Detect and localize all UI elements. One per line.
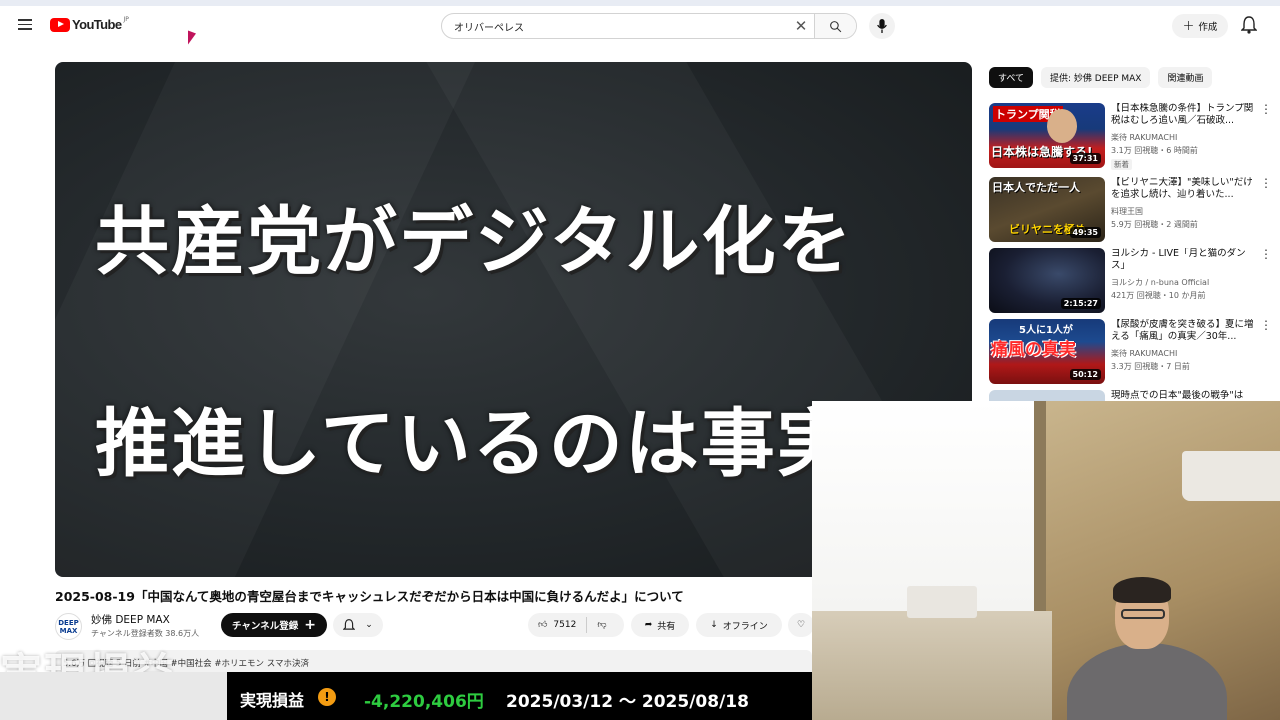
person-body [1067, 643, 1227, 720]
duration-badge: 2:15:27 [1060, 298, 1101, 309]
thanks-icon: ♡ [796, 620, 806, 630]
banner-label: 実現損益 [240, 691, 305, 710]
duration-badge: 49:35 [1069, 227, 1101, 238]
bell-icon [343, 618, 356, 630]
thumbnail-caption: 痛風の真実 [991, 340, 1076, 360]
recommendation-title[interactable]: 【日本株急騰の条件】トランプ関税はむしろ追い風／石破政... [1111, 103, 1259, 127]
notifications-button[interactable] [1240, 16, 1259, 36]
plus-icon: + [304, 617, 316, 633]
recommendation-meta: 421万 回視聴・10 か月前 [1111, 291, 1206, 300]
download-label: オフライン [722, 621, 768, 632]
menu-icon[interactable] [14, 16, 36, 36]
video-title: 2025-08-19「中国なんて奥地の青空屋台までキャッシュレスだぞだから日本は… [55, 589, 684, 604]
recommendation-title[interactable]: ヨルシカ - LIVE「月と猫のダンス」 [1111, 248, 1259, 272]
search-icon [830, 20, 842, 32]
mouse-cursor [188, 30, 196, 48]
more-options-icon[interactable]: ⋮ [1260, 177, 1272, 189]
chevron-down-icon: ⌄ [365, 620, 373, 630]
plus-icon: + [1182, 18, 1195, 34]
recommendation-item[interactable]: 2:15:27 ヨルシカ - LIVE「月と猫のダンス」 ヨルシカ / n-bu… [989, 248, 1274, 314]
share-button[interactable]: ➦ 共有 [631, 613, 689, 637]
webcam-person [1067, 577, 1227, 720]
logo-text: YouTube [72, 17, 122, 32]
download-icon: ↓ [710, 620, 718, 630]
video-thumbnail[interactable]: 2:15:27 [989, 248, 1105, 313]
new-badge: 新着 [1111, 159, 1132, 170]
thumbnail-caption: 5人に1人が [1019, 325, 1073, 336]
webcam-box [907, 586, 977, 618]
bg-shape [55, 62, 475, 577]
share-icon: ➦ [644, 620, 653, 630]
subscribe-button[interactable]: チャンネル登録 + [221, 613, 327, 637]
thumbnail-caption: 日本人でただ一人 [992, 181, 1080, 194]
channel-avatar[interactable]: DEEP MAX [55, 613, 82, 640]
subscribe-label: チャンネル登録 [232, 621, 299, 632]
channel-subscribers: チャンネル登録者数 38.6万人 [91, 629, 200, 638]
recommendation-item[interactable]: 日本人でただ一人 ビリヤニを極め 49:35 【ビリヤニ大澤】"美味しい"だけを… [989, 177, 1274, 243]
profit-banner: 実現損益 ! -4,220,406円 2025/03/12 ～ 2025/08/… [0, 672, 812, 720]
thumbnail-face [1047, 109, 1077, 143]
recommendation-title[interactable]: 【尿酸が皮膚を突き破る】夏に増える「痛風」の真実／30年... [1111, 319, 1259, 343]
thumbs-up-icon: 👍︎ [538, 620, 548, 630]
like-dislike-group: 👍︎ 7512 👎︎ [528, 613, 624, 637]
video-thumbnail[interactable]: 日本人でただ一人 ビリヤニを極め 49:35 [989, 177, 1105, 242]
duration-badge: 50:12 [1069, 369, 1101, 380]
share-label: 共有 [657, 621, 676, 632]
recommendation-meta: 5.9万 回視聴・2 週間前 [1111, 220, 1198, 229]
chip-from-channel[interactable]: 提供: 妙佛 DEEP MAX [1041, 67, 1151, 88]
video-thumbnail[interactable]: トランプ関税 日本株は急騰する! 37:31 [989, 103, 1105, 168]
banner-blank-area [0, 672, 227, 720]
chip-all[interactable]: すべて [989, 67, 1034, 88]
video-thumbnail[interactable]: 5人に1人が 痛風の真実 50:12 [989, 319, 1105, 384]
logo-region: JP [123, 16, 129, 23]
recommendation-channel[interactable]: ヨルシカ / n-buna Official [1111, 277, 1209, 288]
person-hair [1113, 577, 1171, 603]
webcam-shelf [812, 611, 1052, 720]
thumbnail-text-line2: 推進しているのは事実 [95, 401, 853, 487]
webcam-overlay [812, 401, 1280, 720]
banner-date-range: 2025/03/12 ～ 2025/08/18 [506, 692, 749, 712]
more-options-icon[interactable]: ⋮ [1260, 103, 1272, 115]
warning-icon: ! [318, 688, 336, 706]
microphone-icon [877, 19, 887, 33]
recommendation-channel[interactable]: 料理王国 [1111, 206, 1143, 217]
webcam-window [812, 401, 1044, 611]
create-label: 作成 [1198, 22, 1218, 33]
thumbnail-text-line1: 共産党がデジタル化を [95, 199, 854, 285]
dislike-button[interactable]: 👎︎ [587, 620, 616, 630]
clear-search-icon[interactable]: ✕ [788, 17, 814, 35]
person-glasses [1121, 609, 1165, 619]
like-count: 7512 [553, 620, 577, 630]
search-box: ✕ [441, 13, 857, 39]
youtube-logo[interactable]: YouTube JP [50, 16, 129, 32]
recommendation-title[interactable]: 【ビリヤニ大澤】"美味しい"だけを追求し続け、辿り着いた... [1111, 177, 1259, 201]
more-options-icon[interactable]: ⋮ [1260, 319, 1272, 331]
webcam-window-frame [1034, 401, 1046, 641]
recommendation-channel[interactable]: 楽待 RAKUMACHI [1111, 348, 1177, 359]
download-button[interactable]: ↓ オフライン [696, 613, 782, 637]
youtube-play-icon [50, 17, 70, 32]
recommendation-channel[interactable]: 楽待 RAKUMACHI [1111, 132, 1177, 143]
recommendation-item[interactable]: トランプ関税 日本株は急騰する! 37:31 【日本株急騰の条件】トランプ関税は… [989, 103, 1274, 170]
more-options-icon[interactable]: ⋮ [1260, 248, 1272, 260]
like-button[interactable]: 👍︎ 7512 [528, 617, 588, 633]
create-button[interactable]: + 作成 [1172, 14, 1228, 38]
bell-icon [1240, 16, 1258, 34]
chip-related[interactable]: 関連動画 [1158, 67, 1213, 88]
banner-value: -4,220,406円 [364, 692, 484, 712]
duration-badge: 37:31 [1069, 153, 1101, 164]
thanks-button[interactable]: ♡ [788, 613, 814, 637]
search-button[interactable] [814, 14, 856, 38]
filter-chips: すべて 提供: 妙佛 DEEP MAX 関連動画 [989, 67, 1213, 88]
thumbs-down-icon: 👎︎ [597, 620, 607, 630]
recommendation-meta: 3.3万 回視聴・7 日前 [1111, 362, 1190, 371]
notification-bell-button[interactable]: ⌄ [333, 613, 383, 637]
recommendation-meta: 3.1万 回視聴・6 時間前 [1111, 146, 1198, 155]
recommendation-item[interactable]: 5人に1人が 痛風の真実 50:12 【尿酸が皮膚を突き破る】夏に増える「痛風」… [989, 319, 1274, 385]
channel-name[interactable]: 妙佛 DEEP MAX [91, 612, 170, 627]
search-input[interactable] [442, 14, 788, 38]
voice-search-button[interactable] [869, 13, 895, 39]
webcam-air-conditioner [1182, 451, 1280, 501]
